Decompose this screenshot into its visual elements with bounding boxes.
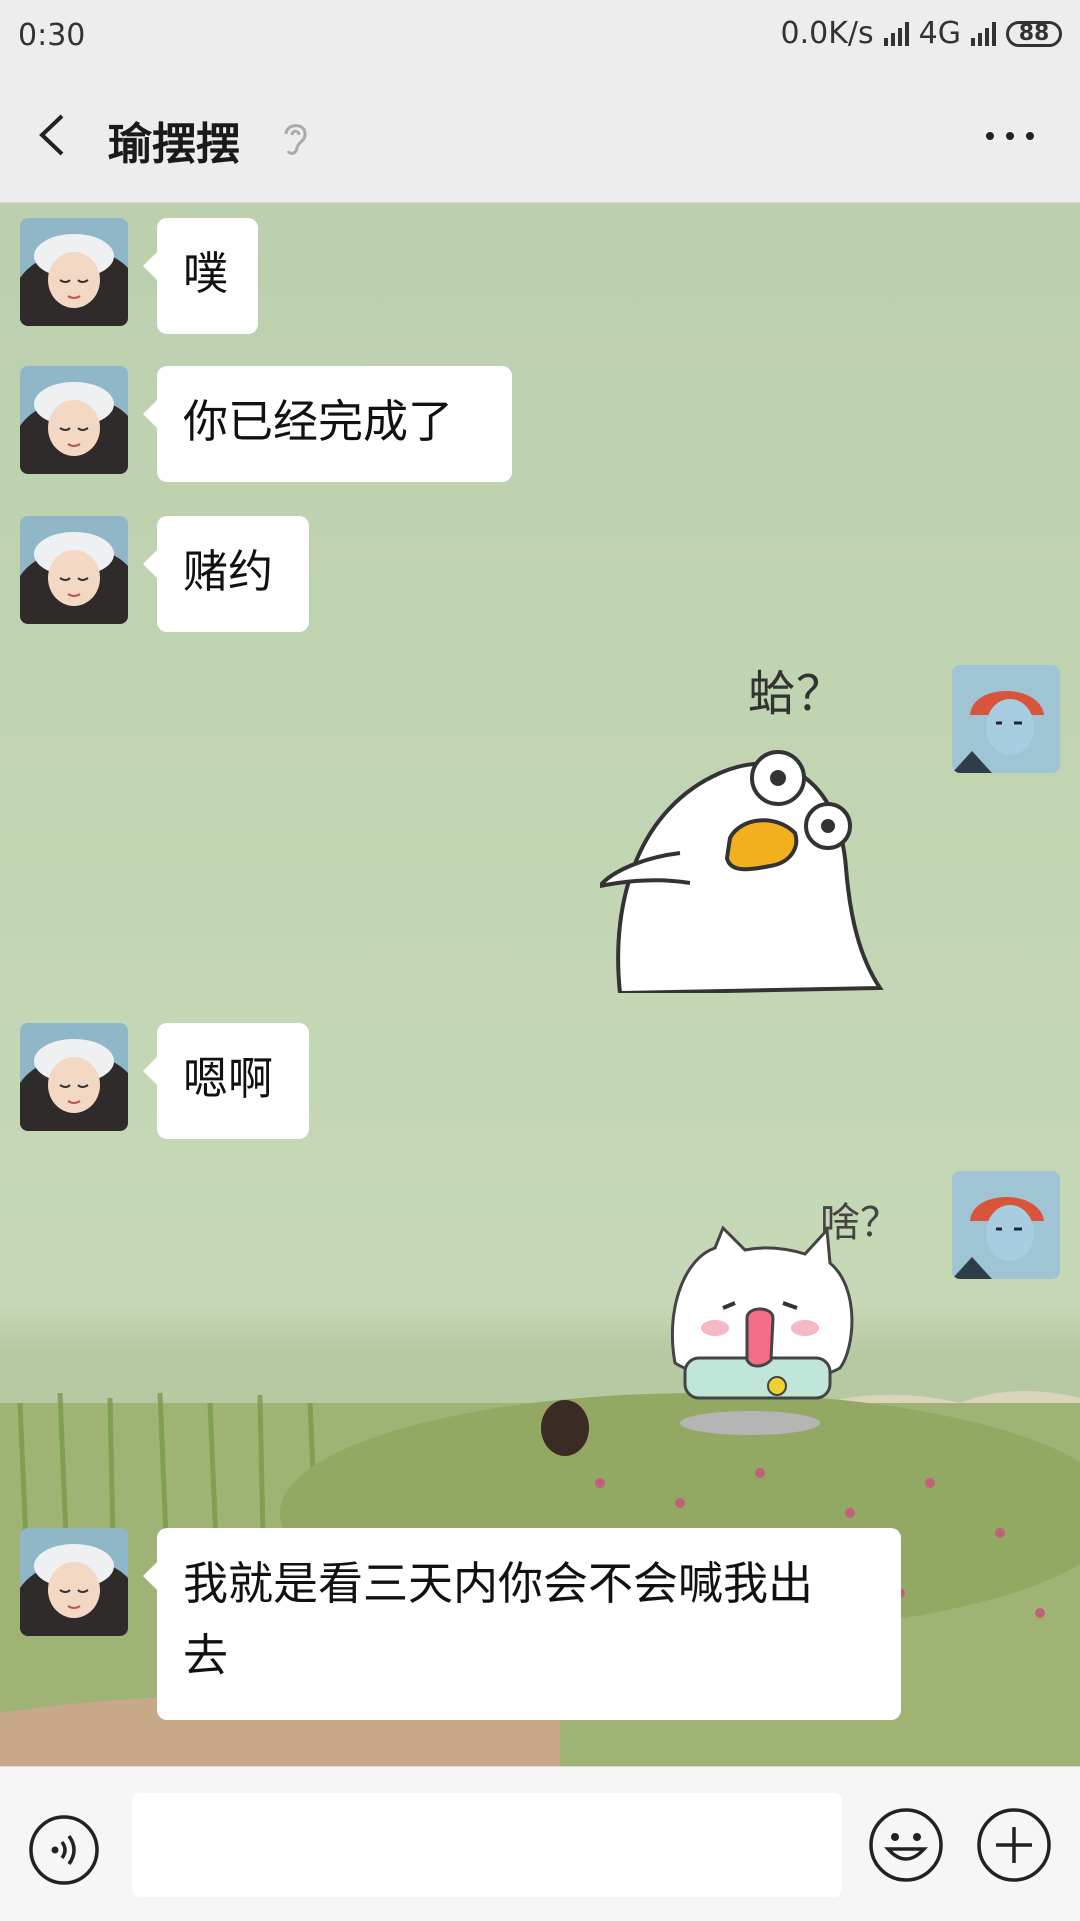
message-input[interactable]: [132, 1793, 842, 1897]
message-text: 你已经完成了: [183, 395, 454, 448]
contact-avatar[interactable]: [20, 516, 128, 624]
message-text: 嗯啊: [183, 1052, 274, 1105]
chat-area[interactable]: 噗 你已经完成了 赌约 蛤？ 嗯啊 啥？ 我就是看三天内你会不会喊我出 去: [0, 203, 1080, 1766]
back-arrow-icon[interactable]: [30, 110, 80, 160]
message-bubble[interactable]: 赌约: [143, 516, 309, 632]
girl-avatar-icon: [20, 1528, 128, 1636]
more-functions-plus-icon[interactable]: [976, 1807, 1052, 1883]
battery-icon: 88: [1006, 20, 1062, 47]
signal-icon: [971, 21, 996, 46]
status-bar: 0:30 0.0K/s 4G 88: [0, 0, 1080, 70]
boy-avatar-icon: [952, 1171, 1060, 1279]
earpiece-mode-icon: [284, 124, 307, 155]
message-text: 噗: [183, 247, 229, 300]
girl-avatar-icon: [20, 366, 128, 474]
girl-avatar-icon: [20, 516, 128, 624]
contact-avatar[interactable]: [20, 1528, 128, 1636]
more-options-icon[interactable]: [980, 124, 1040, 148]
message-bubble[interactable]: 嗯啊: [143, 1023, 309, 1139]
message-text: 赌约: [183, 545, 274, 598]
cat-sticker[interactable]: 啥？: [655, 1188, 925, 1438]
network-type: 4G: [918, 16, 961, 51]
message-bubble[interactable]: 你已经完成了: [143, 366, 512, 482]
contact-name: 瑜摆摆: [108, 119, 240, 170]
contact-avatar[interactable]: [20, 218, 128, 326]
message-text-line: 去: [183, 1629, 229, 1682]
girl-avatar-icon: [20, 1023, 128, 1131]
duck-sticker[interactable]: 蛤？: [600, 658, 900, 993]
sticker-caption: 蛤？: [748, 666, 844, 722]
my-avatar[interactable]: [952, 1171, 1060, 1279]
emoji-icon[interactable]: [868, 1807, 944, 1883]
signal-icon: [883, 21, 909, 46]
sticker-caption: 啥？: [820, 1200, 900, 1246]
boy-avatar-icon: [952, 665, 1060, 773]
girl-avatar-icon: [20, 218, 128, 326]
network-speed: 0.0K/s: [780, 16, 874, 51]
status-time: 0:30: [18, 18, 86, 53]
contact-avatar[interactable]: [20, 1023, 128, 1131]
message-bubble[interactable]: 我就是看三天内你会不会喊我出 去: [143, 1528, 901, 1720]
voice-input-icon[interactable]: [28, 1814, 100, 1886]
my-avatar[interactable]: [952, 665, 1060, 773]
contact-avatar[interactable]: [20, 366, 128, 474]
chat-header: 瑜摆摆: [0, 70, 1080, 203]
message-text-line: 我就是看三天内你会不会喊我出: [183, 1557, 814, 1610]
input-bar: [0, 1766, 1080, 1921]
message-bubble[interactable]: 噗: [143, 218, 258, 334]
